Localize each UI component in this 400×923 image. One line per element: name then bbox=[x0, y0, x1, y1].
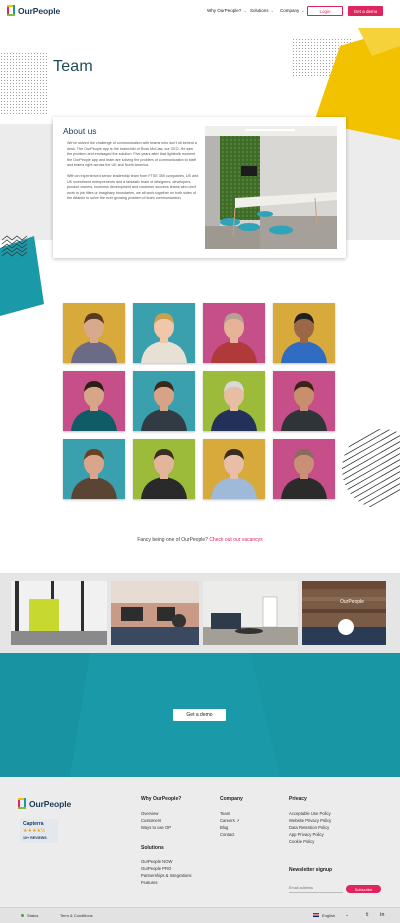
about-card: About us We've solved the challenge of c… bbox=[53, 117, 346, 258]
office-photo bbox=[203, 581, 298, 645]
nav-company[interactable]: Company ⌄ bbox=[280, 8, 305, 13]
striped-circle-decoration bbox=[342, 429, 400, 509]
chevron-down-icon: ⌄ bbox=[301, 8, 305, 13]
footer-privacy-title: Privacy bbox=[289, 796, 307, 802]
page-title: Team bbox=[53, 58, 93, 75]
capterra-label: Capterra bbox=[23, 821, 44, 827]
nav-solutions[interactable]: Solutions ⌄ bbox=[250, 8, 274, 13]
logo-icon bbox=[7, 5, 15, 16]
footer-link[interactable]: Features bbox=[141, 880, 158, 885]
vacancy-text: Fancy being one of OurPeople? bbox=[137, 537, 208, 543]
linkedin-icon[interactable]: in bbox=[380, 912, 384, 918]
team-member-photo bbox=[133, 371, 195, 431]
footer-link[interactable]: Partnerships & Integrations bbox=[141, 873, 192, 878]
about-title: About us bbox=[63, 126, 97, 136]
about-paragraph: With an experienced senior leadership te… bbox=[67, 173, 199, 201]
team-member-photo bbox=[203, 371, 265, 431]
about-text: We've solved the challenge of communicat… bbox=[67, 141, 199, 207]
team-member-photo bbox=[273, 371, 335, 431]
bottom-bar: Status Term & Conditions English ⌄ 𝕥 in bbox=[0, 907, 400, 923]
footer-link[interactable]: App Privacy Policy bbox=[289, 832, 324, 837]
about-paragraph: We've solved the challenge of communicat… bbox=[67, 141, 197, 168]
footer-link[interactable]: Team bbox=[220, 811, 230, 816]
footer-brand-logo[interactable]: OurPeople bbox=[18, 798, 71, 809]
capterra-badge[interactable]: Capterra ★★★★½ 10+ REVIEWS bbox=[20, 819, 58, 843]
site-header: OurPeople Why OurPeople? ⌄ Solutions ⌄ C… bbox=[0, 0, 400, 24]
site-footer: OurPeople Capterra ★★★★½ 10+ REVIEWS Why… bbox=[0, 777, 400, 907]
cta-get-demo-button[interactable]: Get a demo bbox=[173, 709, 226, 721]
footer-link[interactable]: Data Retention Policy bbox=[289, 825, 329, 830]
footer-link[interactable]: Cookie Policy bbox=[289, 839, 314, 844]
footer-link[interactable]: Blog bbox=[220, 825, 228, 830]
subscribe-button[interactable]: Subscribe bbox=[346, 885, 381, 893]
dot-pattern-decoration bbox=[0, 52, 48, 116]
footer-link[interactable]: Website Privacy Policy bbox=[289, 818, 331, 823]
rating-stars: ★★★★½ bbox=[23, 828, 46, 834]
footer-link[interactable]: Contact bbox=[220, 832, 234, 837]
team-member-photo bbox=[133, 303, 195, 363]
nav-why-ourpeople[interactable]: Why OurPeople? ⌄ bbox=[207, 8, 247, 13]
brand-logo[interactable]: OurPeople bbox=[7, 5, 60, 16]
capterra-reviews: 10+ REVIEWS bbox=[23, 836, 47, 840]
office-photo-strip: OurPeople bbox=[0, 573, 400, 653]
team-member-photo bbox=[63, 303, 125, 363]
cta-section: Get a demo bbox=[0, 653, 400, 777]
team-member-photo bbox=[273, 303, 335, 363]
team-member-photo bbox=[133, 439, 195, 499]
footer-solutions-title: Solutions bbox=[141, 845, 164, 851]
office-photo: OurPeople bbox=[302, 581, 386, 645]
office-meeting-room-photo bbox=[205, 126, 337, 249]
chevron-down-icon: ⌄ bbox=[270, 8, 274, 13]
footer-link[interactable]: Ways to use OP bbox=[141, 825, 171, 830]
nav-label: Solutions bbox=[250, 8, 269, 13]
team-member-photo bbox=[273, 439, 335, 499]
newsletter-title: Newsletter signup bbox=[289, 867, 333, 873]
newsletter-email-input[interactable] bbox=[289, 884, 343, 893]
get-demo-button[interactable]: Get a demo bbox=[348, 6, 383, 16]
team-member-photo bbox=[203, 303, 265, 363]
login-button[interactable]: Login bbox=[307, 6, 343, 16]
brand-name: OurPeople bbox=[18, 5, 61, 16]
status-dot-icon bbox=[21, 914, 24, 917]
office-photo bbox=[11, 581, 107, 645]
status-link[interactable]: Status bbox=[27, 913, 38, 918]
footer-company-title: Company bbox=[220, 796, 243, 802]
footer-link[interactable]: OurPeople PRO bbox=[141, 866, 171, 871]
footer-link[interactable]: Acceptable Use Policy bbox=[289, 811, 331, 816]
footer-link[interactable]: OurPeople NOW bbox=[141, 859, 172, 864]
footer-link[interactable]: Customers bbox=[141, 818, 161, 823]
vacancy-line: Fancy being one of OurPeople? Check out … bbox=[0, 537, 400, 543]
teal-shape-decoration bbox=[0, 235, 44, 316]
chevron-down-icon[interactable]: ⌄ bbox=[345, 912, 349, 918]
logo-icon bbox=[18, 798, 26, 809]
team-member-photo bbox=[203, 439, 265, 499]
brand-name: OurPeople bbox=[29, 798, 72, 809]
footer-why-title: Why OurPeople? bbox=[141, 796, 182, 802]
office-photo bbox=[111, 581, 199, 645]
language-select[interactable]: English bbox=[322, 913, 335, 918]
nav-label: Why OurPeople? bbox=[207, 8, 242, 13]
vacancies-link[interactable]: Check out our vacancys bbox=[209, 537, 262, 543]
team-member-photo bbox=[63, 371, 125, 431]
footer-link-careers[interactable]: Careers ↗ bbox=[220, 818, 239, 823]
svg-text:OurPeople: OurPeople bbox=[340, 599, 364, 605]
flag-icon bbox=[313, 913, 319, 917]
careers-label: Careers bbox=[220, 818, 235, 823]
team-member-photo bbox=[63, 439, 125, 499]
nav-label: Company bbox=[280, 8, 300, 13]
twitter-icon[interactable]: 𝕥 bbox=[366, 912, 368, 918]
chevron-down-icon: ⌄ bbox=[243, 8, 247, 13]
external-link-icon: ↗ bbox=[236, 818, 240, 823]
footer-link[interactable]: Overview bbox=[141, 811, 158, 816]
terms-link[interactable]: Term & Conditions bbox=[60, 913, 93, 918]
